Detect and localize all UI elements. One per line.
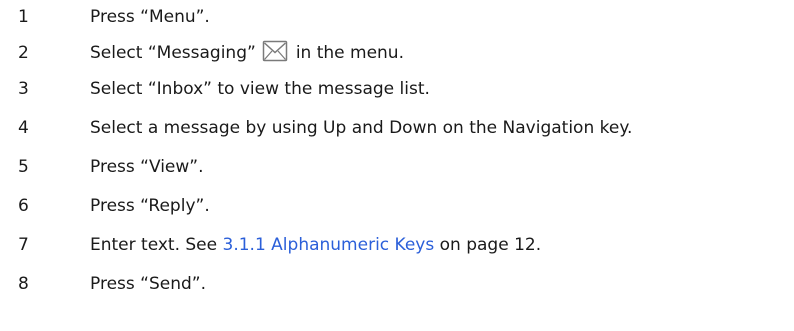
step-text: Enter text. See 3.1.1 Alphanumeric Keys … <box>90 230 541 260</box>
step-number: 4 <box>18 118 29 138</box>
step-6: 6 Press “Reply”. <box>0 191 794 221</box>
step-text: Select a message by using Up and Down on… <box>90 118 633 138</box>
step-text: Press “View”. <box>90 157 204 177</box>
step-number: 3 <box>18 79 29 99</box>
step-text: Press “Menu”. <box>90 7 210 27</box>
step-text: Press “Reply”. <box>90 196 210 216</box>
step-2: 2 Select “Messaging” in the menu. <box>0 38 794 68</box>
messaging-envelope-icon <box>262 40 288 62</box>
step-text: Select “Inbox” to view the message list. <box>90 79 430 99</box>
step-number: 6 <box>18 196 29 216</box>
step-5: 5 Press “View”. <box>0 152 794 182</box>
step-text-after: on page 12. <box>434 235 542 255</box>
step-number: 2 <box>18 43 29 63</box>
step-text-before: Select “Messaging” <box>90 43 256 63</box>
step-text: Select “Messaging” in the menu. <box>90 38 404 68</box>
step-number: 8 <box>18 274 29 294</box>
step-text: Press “Send”. <box>90 274 206 294</box>
step-4: 4 Select a message by using Up and Down … <box>0 113 794 143</box>
step-8: 8 Press “Send”. <box>0 269 794 299</box>
cross-reference-link[interactable]: 3.1.1 Alphanumeric Keys <box>223 235 435 255</box>
step-7: 7 Enter text. See 3.1.1 Alphanumeric Key… <box>0 230 794 260</box>
step-3: 3 Select “Inbox” to view the message lis… <box>0 74 794 104</box>
step-number: 5 <box>18 157 29 177</box>
step-text-before: Enter text. See <box>90 235 223 255</box>
step-1: 1 Press “Menu”. <box>0 2 794 32</box>
step-number: 7 <box>18 235 29 255</box>
step-text-after: in the menu. <box>295 43 404 63</box>
step-number: 1 <box>18 7 29 27</box>
